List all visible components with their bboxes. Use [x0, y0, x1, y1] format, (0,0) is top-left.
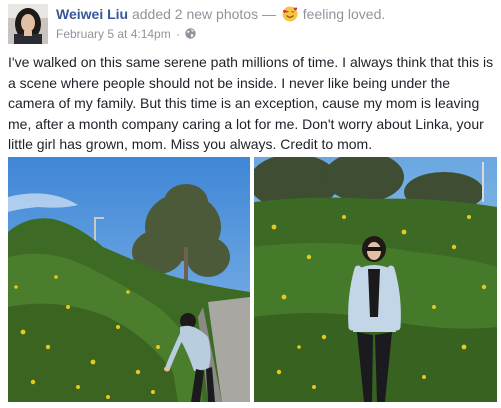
timestamp-link[interactable]: February 5 at 4:14pm [56, 27, 171, 41]
smiling-face-with-hearts-icon [282, 6, 298, 22]
post-meta: Weiwei Liu added 2 new photos — feeling … [56, 5, 496, 42]
post-subline: February 5 at 4:14pm · [56, 26, 496, 42]
globe-icon[interactable] [185, 27, 197, 39]
photo-portrait-hedge[interactable] [254, 157, 497, 402]
facebook-post: Weiwei Liu added 2 new photos — feeling … [0, 0, 501, 408]
avatar-image [8, 4, 48, 44]
photo-path-hedge[interactable] [8, 157, 250, 402]
headline: Weiwei Liu added 2 new photos — feeling … [56, 5, 496, 23]
post-text: I've walked on this same serene path mil… [8, 54, 494, 152]
headline-separator: — [261, 6, 276, 22]
post-action-text: added 2 new photos [131, 6, 259, 22]
subline-dot: · [176, 27, 181, 41]
avatar[interactable] [8, 4, 48, 44]
post-header: Weiwei Liu added 2 new photos — feeling … [8, 4, 498, 44]
photo-grid [8, 157, 497, 402]
author-name-link[interactable]: Weiwei Liu [56, 6, 128, 22]
feeling-text[interactable]: feeling loved. [303, 6, 386, 22]
